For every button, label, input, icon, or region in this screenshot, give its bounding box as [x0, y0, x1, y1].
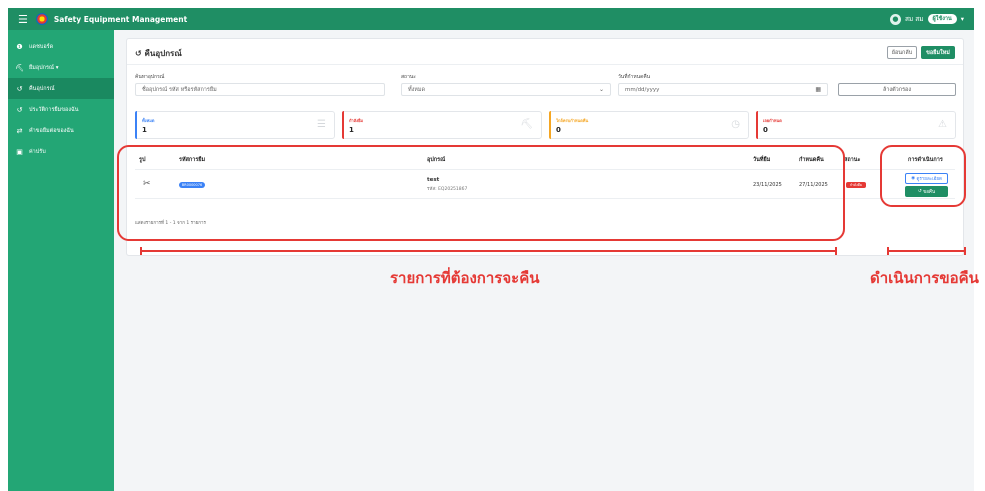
sidebar: ❶ แดชบอร์ด ⛏ ยืมอุปกรณ์ ▾ ↺ คืนอุปกรณ์ ↺… [8, 30, 114, 491]
page-title: ↺ คืนอุปกรณ์ [135, 49, 182, 58]
annotation-box-actions [880, 145, 966, 207]
warning-icon: ⚠ [938, 119, 947, 130]
stat-accent [135, 111, 137, 139]
clear-filters-button[interactable]: ล้างตัวกรอง [838, 83, 956, 96]
stat-value: 0 [556, 126, 561, 134]
main-content: ↺ คืนอุปกรณ์ ย้อนกลับ ขอยืมใหม่ ค้นหาอุป… [114, 30, 974, 491]
new-borrow-button[interactable]: ขอยืมใหม่ [921, 46, 955, 59]
stat-accent [756, 111, 758, 139]
sidebar-item-label: คืนอุปกรณ์ [29, 85, 55, 92]
calendar-icon[interactable]: ▦ [815, 86, 821, 93]
stat-accent [342, 111, 344, 139]
stat-value: 1 [142, 126, 147, 134]
sidebar-item-label: ค่าปรับ [29, 148, 46, 155]
sidebar-item-label: แดชบอร์ด [29, 43, 54, 50]
top-navbar: ☰ Safety Equipment Management ● สม สม ผู… [8, 8, 974, 30]
user-name: สม สม [904, 15, 924, 23]
status-select[interactable]: ทั้งหมด ⌄ [401, 83, 611, 96]
sidebar-item-label: คำขอยืมต่อของฉัน [29, 127, 74, 134]
annotation-label-items: รายการที่ต้องการจะคืน [390, 269, 540, 287]
sidebar-item-label: ประวัติการยืมของฉัน [29, 106, 79, 113]
search-placeholder: ชื่ออุปกรณ์ รหัส หรือรหัสการยืม [142, 86, 217, 93]
due-date-label: วันที่กำหนดคืน [618, 74, 651, 80]
annotation-tick [964, 247, 966, 255]
info-icon: ❶ [16, 42, 23, 51]
list-icon: ☰ [317, 119, 326, 130]
chevron-down-icon: ⌄ [598, 86, 604, 93]
stat-accent [549, 111, 551, 139]
annotation-tick [835, 247, 837, 255]
chevron-down-icon: ▾ [960, 15, 964, 23]
search-input[interactable]: ชื่ออุปกรณ์ รหัส หรือรหัสการยืม [135, 83, 385, 96]
user-menu[interactable]: ● สม สม ผู้ใช้งาน ▾ [889, 13, 964, 25]
th-status: สถานะ [844, 157, 861, 163]
stat-value: 0 [763, 126, 768, 134]
status-value: ทั้งหมด [408, 86, 426, 93]
status-label: สถานะ [401, 74, 416, 80]
history-icon: ↺ [16, 105, 23, 114]
sidebar-item-borrow[interactable]: ⛏ ยืมอุปกรณ์ ▾ [8, 57, 114, 78]
date-placeholder: mm/dd/yyyy [625, 86, 660, 93]
annotation-line-actions [887, 250, 966, 252]
app-logo [35, 13, 48, 25]
sidebar-item-label: ยืมอุปกรณ์ ▾ [29, 64, 59, 71]
stat-label: กำลังยืม [349, 118, 364, 123]
shovel-icon: ⛏ [15, 63, 24, 72]
due-date-input[interactable]: mm/dd/yyyy ▦ [618, 83, 828, 96]
swap-icon: ⇄ [16, 126, 23, 135]
app-brand: Safety Equipment Management [53, 14, 188, 24]
annotation-line-items [140, 250, 837, 252]
stat-value: 1 [349, 126, 354, 134]
stat-label: ทั้งหมด [142, 118, 155, 123]
app-frame: ☰ Safety Equipment Management ● สม สม ผู… [0, 0, 985, 491]
hamburger-menu-icon[interactable]: ☰ [18, 13, 28, 26]
sidebar-item-return[interactable]: ↺ คืนอุปกรณ์ [8, 78, 114, 99]
stat-total: ทั้งหมด 1 ☰ [135, 111, 335, 139]
sidebar-item-dashboard[interactable]: ❶ แดชบอร์ด [8, 36, 114, 57]
stat-label: ใกล้ครบกำหนดคืน [556, 118, 589, 123]
annotation-tick [140, 247, 142, 255]
stat-label: เลยกำหนด [763, 118, 782, 123]
sidebar-item-history[interactable]: ↺ ประวัติการยืมของฉัน [8, 99, 114, 120]
divider [127, 64, 963, 65]
return-icon: ↺ [16, 84, 23, 93]
stat-overdue: เลยกำหนด 0 ⚠ [756, 111, 956, 139]
status-badge: กำลังยืม [846, 182, 866, 188]
sidebar-item-fines[interactable]: ▣ ค่าปรับ [8, 141, 114, 162]
role-badge: ผู้ใช้งาน [927, 14, 957, 24]
stat-borrowing: กำลังยืม 1 ⛏ [342, 111, 542, 139]
search-label: ค้นหาอุปกรณ์ [135, 74, 165, 80]
sidebar-item-extension[interactable]: ⇄ คำขอยืมต่อของฉัน [8, 120, 114, 141]
annotation-box-items [117, 145, 845, 241]
money-icon: ▣ [16, 147, 23, 156]
shovel-icon: ⛏ [520, 119, 533, 130]
annotation-tick [887, 247, 889, 255]
back-button[interactable]: ย้อนกลับ [887, 46, 917, 59]
stat-due-soon: ใกล้ครบกำหนดคืน 0 ◷ [549, 111, 749, 139]
annotation-label-actions: ดำเนินการขอคืน [870, 269, 979, 287]
clock-icon: ◷ [731, 119, 740, 130]
user-avatar-icon: ● [889, 13, 901, 25]
